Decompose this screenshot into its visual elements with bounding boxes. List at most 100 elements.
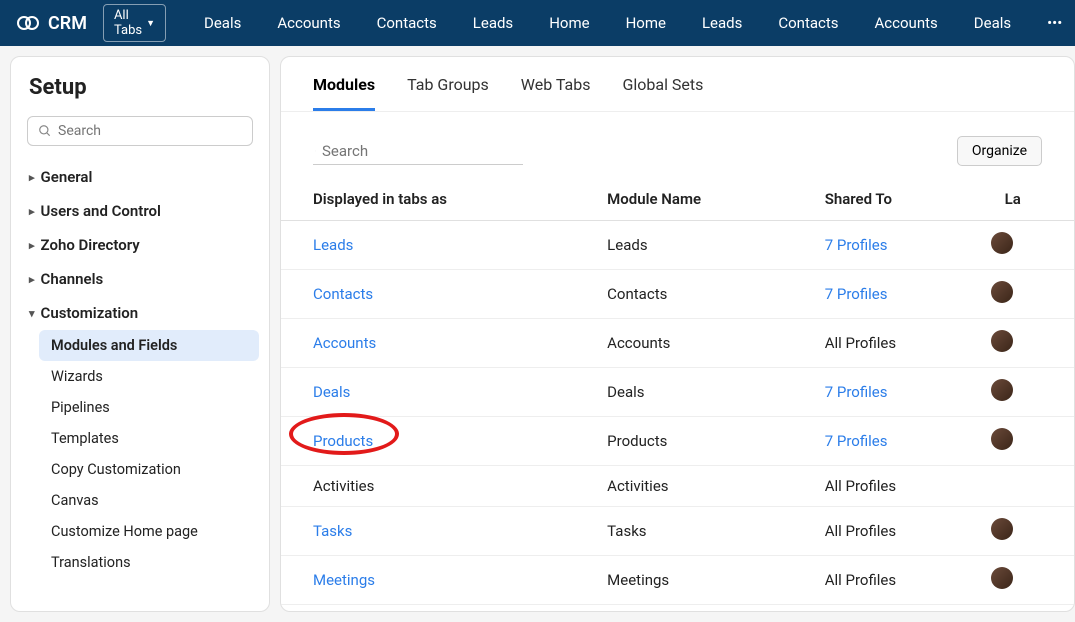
table-row: ActivitiesActivitiesAll Profiles — [281, 466, 1074, 507]
cell-shared-to: All Profiles — [807, 507, 987, 556]
cell-shared-to: All Profiles — [807, 319, 987, 368]
content-search[interactable] — [313, 138, 523, 165]
content-tabs: Modules Tab Groups Web Tabs Global Sets — [281, 57, 1074, 112]
table-row: CallsCalls6 Profiles — [281, 605, 1074, 612]
nav-item-leads[interactable]: Leads — [684, 14, 760, 32]
shared-link[interactable]: 7 Profiles — [825, 236, 888, 254]
cell-shared-to: 7 Profiles — [807, 270, 987, 319]
nav-item-home[interactable]: Home — [608, 14, 684, 32]
top-navigation: CRM All Tabs ▼ DealsAccountsContactsLead… — [0, 0, 1075, 46]
sidebar-item-translations[interactable]: Translations — [39, 547, 259, 578]
cell-module-name: Deals — [589, 368, 807, 417]
cell-shared-to: 7 Profiles — [807, 417, 987, 466]
nav-item-contacts[interactable]: Contacts — [760, 14, 856, 32]
cell-display: Activities — [281, 466, 589, 507]
column-header: La — [987, 178, 1074, 221]
nav-item-deals[interactable]: Deals — [186, 14, 259, 32]
sidebar-item-channels[interactable]: Channels — [21, 262, 259, 296]
sidebar-item-copy-customization[interactable]: Copy Customization — [39, 454, 259, 485]
cell-avatar — [987, 270, 1074, 319]
module-link[interactable]: Accounts — [313, 334, 376, 352]
cell-module-name: Products — [589, 417, 807, 466]
cell-display: Leads — [281, 221, 589, 270]
table-row: AccountsAccountsAll Profiles — [281, 319, 1074, 368]
sidebar-item-customize-home-page[interactable]: Customize Home page — [39, 516, 259, 547]
module-link[interactable]: Meetings — [313, 571, 375, 589]
cell-display: Accounts — [281, 319, 589, 368]
sidebar-search[interactable] — [27, 116, 253, 146]
alltabs-dropdown[interactable]: All Tabs ▼ — [103, 4, 166, 42]
main-content: Modules Tab Groups Web Tabs Global Sets Org… — [280, 56, 1075, 612]
nav-item-contacts[interactable]: Contacts — [359, 14, 455, 32]
table-row: Contacts Contacts 7 Profiles — [281, 270, 1074, 319]
avatar — [991, 281, 1013, 303]
nav-item-leads[interactable]: Leads — [455, 14, 531, 32]
cell-shared-to: All Profiles — [807, 466, 987, 507]
table-row: Products Products 7 Profiles — [281, 417, 1074, 466]
sidebar-title: Setup — [29, 75, 251, 100]
search-icon — [315, 143, 316, 159]
table-row: LeadsLeads7 Profiles — [281, 221, 1074, 270]
cell-module-name: Tasks — [589, 507, 807, 556]
cell-display: Products — [281, 417, 589, 466]
cell-display: Tasks — [281, 507, 589, 556]
content-search-input[interactable] — [322, 142, 521, 160]
cell-avatar — [987, 466, 1074, 507]
cell-avatar — [987, 319, 1074, 368]
module-link[interactable]: Tasks — [313, 522, 352, 540]
nav-item-accounts[interactable]: Accounts — [259, 14, 358, 32]
cell-avatar — [987, 556, 1074, 605]
tab-tab-groups[interactable]: Tab Groups — [407, 75, 489, 111]
sidebar-item-zoho-directory[interactable]: Zoho Directory — [21, 228, 259, 262]
cell-display: Contacts — [281, 270, 589, 319]
nav-item-deals[interactable]: Deals — [956, 14, 1029, 32]
cell-display: Deals — [281, 368, 589, 417]
tab-modules[interactable]: Modules — [313, 75, 375, 111]
cell-display: Calls — [281, 605, 589, 612]
cell-module-name: Calls — [589, 605, 807, 612]
search-icon — [38, 124, 52, 138]
module-link[interactable]: Deals — [313, 383, 350, 401]
sidebar-item-modules-and-fields[interactable]: Modules and Fields — [39, 330, 259, 361]
sidebar-item-templates[interactable]: Templates — [39, 423, 259, 454]
shared-link[interactable]: 7 Profiles — [825, 383, 888, 401]
cell-shared-to: 7 Profiles — [807, 221, 987, 270]
sidebar-item-general[interactable]: General — [21, 160, 259, 194]
cell-avatar — [987, 605, 1074, 612]
cell-module-name: Accounts — [589, 319, 807, 368]
sidebar-item-users-and-control[interactable]: Users and Control — [21, 194, 259, 228]
content-toolbar: Organize — [281, 112, 1074, 178]
logo: CRM — [16, 11, 87, 35]
sidebar-item-customization[interactable]: Customization — [21, 296, 259, 330]
organize-button[interactable]: Organize — [957, 136, 1042, 166]
sidebar-item-canvas[interactable]: Canvas — [39, 485, 259, 516]
avatar — [991, 232, 1013, 254]
sidebar-item-wizards[interactable]: Wizards — [39, 361, 259, 392]
sidebar-search-input[interactable] — [58, 123, 242, 139]
column-header: Module Name — [589, 178, 807, 221]
cell-module-name: Contacts — [589, 270, 807, 319]
nav-item-accounts[interactable]: Accounts — [857, 14, 956, 32]
sidebar-item-pipelines[interactable]: Pipelines — [39, 392, 259, 423]
nav-item-home[interactable]: Home — [531, 14, 607, 32]
brand-text: CRM — [48, 13, 87, 34]
module-link[interactable]: Products — [313, 432, 373, 450]
tab-global-sets[interactable]: Global Sets — [622, 75, 703, 111]
cell-avatar — [987, 507, 1074, 556]
module-link[interactable]: Contacts — [313, 285, 373, 303]
column-header: Shared To — [807, 178, 987, 221]
sidebar: Setup GeneralUsers and ControlZoho Direc… — [10, 56, 270, 612]
table-row: TasksTasksAll Profiles — [281, 507, 1074, 556]
cell-avatar — [987, 221, 1074, 270]
shared-link[interactable]: 7 Profiles — [825, 285, 888, 303]
cell-shared-to: 6 Profiles — [807, 605, 987, 612]
shared-link[interactable]: 7 Profiles — [825, 432, 888, 450]
cell-shared-to: All Profiles — [807, 556, 987, 605]
cell-module-name: Activities — [589, 466, 807, 507]
avatar — [991, 379, 1013, 401]
column-header: Displayed in tabs as — [281, 178, 589, 221]
more-menu[interactable]: ••• — [1029, 14, 1075, 32]
cell-avatar — [987, 368, 1074, 417]
tab-web-tabs[interactable]: Web Tabs — [521, 75, 591, 111]
module-link[interactable]: Leads — [313, 236, 353, 254]
